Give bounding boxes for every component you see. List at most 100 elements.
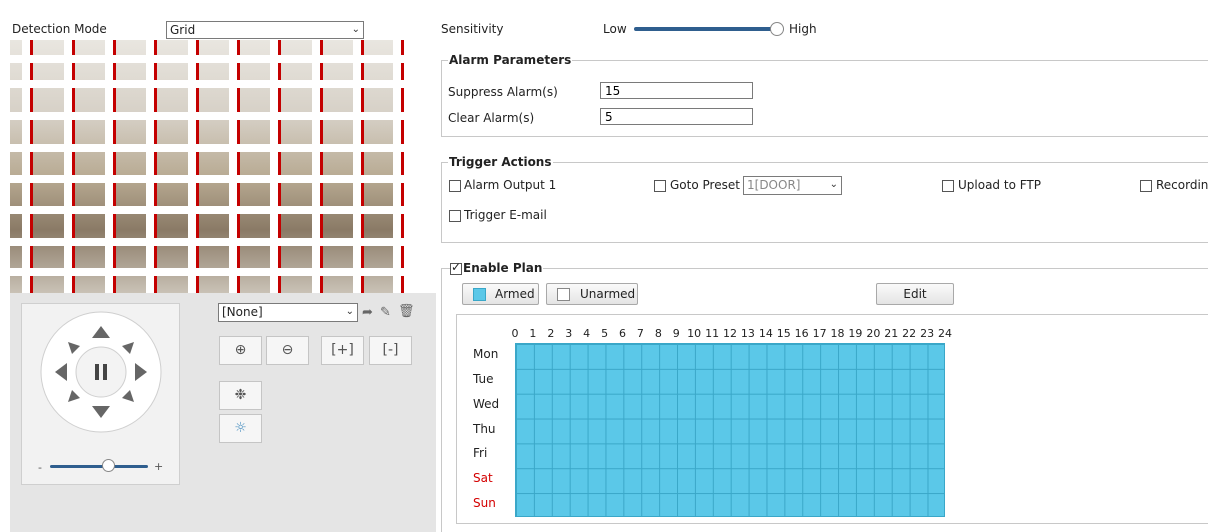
upload-ftp-label: Upload to FTP — [958, 178, 1041, 192]
sensitivity-slider[interactable] — [634, 27, 784, 31]
video-preview-grid[interactable] — [10, 40, 404, 293]
unarmed-button[interactable]: Unarmed — [546, 283, 638, 305]
enable-plan-checkbox[interactable] — [450, 260, 462, 275]
grid-gap — [312, 40, 320, 293]
hour-label: 3 — [565, 327, 573, 340]
trigger-email-checkbox[interactable] — [449, 210, 461, 222]
hour-label: 19 — [848, 327, 863, 340]
hour-label: 21 — [884, 327, 899, 340]
go-icon[interactable]: ➦ — [362, 305, 373, 320]
trigger-actions-title: Trigger Actions — [448, 155, 553, 169]
grid-row-gap — [10, 80, 404, 88]
goto-preset-value: 1[DOOR] — [747, 178, 801, 192]
edit-icon[interactable]: ✎ — [380, 305, 391, 320]
pan-left-icon[interactable] — [53, 359, 69, 385]
goto-preset-checkbox[interactable] — [654, 180, 666, 192]
clear-alarm-input[interactable] — [600, 108, 753, 125]
ptz-preset-value: [None] — [222, 305, 263, 319]
ptz-speed-knob[interactable] — [102, 459, 115, 472]
hour-label: 10 — [687, 327, 702, 340]
pan-right-icon[interactable] — [133, 359, 149, 385]
alarm-parameters-group: Alarm Parameters Suppress Alarm(s) Clear… — [441, 53, 1208, 137]
wiper-icon[interactable]: ❉ — [219, 381, 262, 410]
grid-gap — [229, 40, 237, 293]
day-label: Tue — [473, 371, 494, 386]
hour-label: 16 — [794, 327, 809, 340]
trigger-actions-group: Trigger Actions Alarm Output 1 Goto Pres… — [441, 155, 1208, 243]
grid-row-gap — [10, 268, 404, 276]
suppress-alarm-input[interactable] — [600, 82, 753, 99]
alarm-parameters-title: Alarm Parameters — [448, 53, 573, 67]
hour-label: 9 — [672, 327, 680, 340]
grid-line — [361, 40, 364, 293]
suppress-alarm-label: Suppress Alarm(s) — [448, 85, 558, 99]
light-icon[interactable]: ☼ — [219, 414, 262, 443]
hour-label: 5 — [601, 327, 609, 340]
detection-mode-label: Detection Mode — [12, 22, 107, 36]
edit-button[interactable]: Edit — [876, 283, 954, 305]
day-label: Sat — [473, 471, 493, 486]
alarm-output-checkbox[interactable] — [449, 180, 461, 192]
clear-alarm-label: Clear Alarm(s) — [448, 111, 535, 125]
grid-gap — [22, 40, 30, 293]
sensitivity-low-label: Low — [603, 22, 627, 36]
hour-label: 20 — [866, 327, 881, 340]
day-label: Fri — [473, 446, 488, 461]
ptz-panel: - + [None] ⌄ ➦ ✎ 🗑 ⊕ ⊖ [+] [-] ❉ ☼ — [10, 293, 436, 532]
hour-label: 2 — [547, 327, 555, 340]
hour-label: 17 — [812, 327, 827, 340]
ptz-direction-pad: - + — [21, 303, 180, 485]
recording-label: Recording — [1156, 178, 1208, 192]
day-label: Mon — [473, 347, 499, 361]
grid-line — [237, 40, 240, 293]
detection-mode-select[interactable]: Grid ⌄ — [166, 21, 364, 39]
hour-label: 13 — [740, 327, 755, 340]
hour-label: 0 — [511, 327, 519, 340]
speed-minus-icon: - — [38, 461, 42, 474]
grid-gap — [64, 40, 72, 293]
pan-up-icon[interactable] — [88, 326, 114, 340]
hour-label: 4 — [583, 327, 591, 340]
hour-label: 6 — [619, 327, 626, 340]
hour-label: 12 — [723, 327, 737, 340]
focus-near-icon[interactable]: [+] — [321, 336, 364, 365]
day-label: Wed — [473, 396, 500, 411]
chevron-down-icon: ⌄ — [829, 179, 838, 190]
hour-label: 23 — [920, 327, 935, 340]
hour-label: 14 — [758, 327, 773, 340]
ptz-speed-slider[interactable] — [50, 465, 148, 468]
sensitivity-knob[interactable] — [770, 22, 784, 36]
ptz-preset-select[interactable]: [None] ⌄ — [218, 303, 358, 322]
armed-label: Armed — [495, 287, 535, 301]
focus-far-icon[interactable]: [-] — [369, 336, 412, 365]
zoom-in-icon[interactable]: ⊕ — [219, 336, 262, 365]
sensitivity-label: Sensitivity — [441, 22, 504, 36]
grid-gap — [146, 40, 154, 293]
hour-label: 15 — [776, 327, 791, 340]
schedule-grid[interactable] — [515, 343, 945, 517]
hour-label: 1 — [529, 327, 537, 340]
goto-preset-label: Goto Preset — [670, 178, 740, 192]
goto-preset-select[interactable]: 1[DOOR] ⌄ — [743, 176, 842, 195]
grid-line — [278, 40, 281, 293]
upload-ftp-checkbox[interactable] — [942, 180, 954, 192]
sensitivity-high-label: High — [789, 22, 817, 36]
armed-button[interactable]: Armed — [462, 283, 539, 305]
grid-gap — [270, 40, 278, 293]
grid-row-gap — [10, 112, 404, 120]
unarmed-swatch — [557, 288, 570, 301]
day-label: Thu — [473, 421, 496, 436]
zoom-out-icon[interactable]: ⊖ — [266, 336, 309, 365]
grid-line — [154, 40, 157, 293]
pan-down-icon[interactable] — [88, 404, 114, 418]
grid-line — [113, 40, 116, 293]
grid-gap — [393, 40, 401, 293]
pause-icon[interactable] — [88, 359, 114, 385]
hour-label: 7 — [636, 327, 644, 340]
unarmed-label: Unarmed — [580, 287, 636, 301]
grid-row-gap — [10, 238, 404, 246]
grid-row-gap — [10, 206, 404, 214]
recording-checkbox[interactable] — [1140, 180, 1152, 192]
grid-row-gap — [10, 175, 404, 183]
delete-icon[interactable]: 🗑 — [398, 304, 415, 319]
